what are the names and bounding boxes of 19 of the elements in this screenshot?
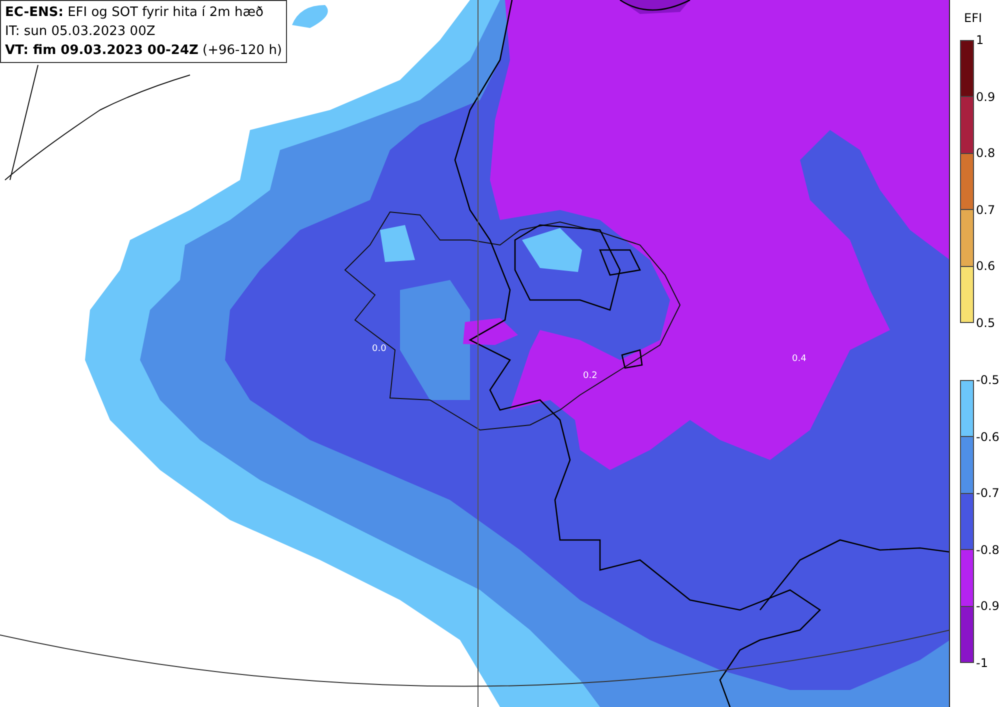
colorbar-tick-label: -1: [976, 656, 989, 670]
colorbar-tick-label: 0.6: [976, 259, 996, 274]
legend-text: EC-ENS: EFI og SOT fyrir hita í 2m hæð: [5, 4, 264, 21]
colorbar-tick-label: -0.6: [976, 430, 1000, 444]
colorbar-tick-label: -0.8: [976, 542, 1000, 557]
contour-label: 0.2: [583, 371, 598, 381]
contour-label: 0.4: [792, 354, 806, 364]
colorbar-tick-label: -0.7: [976, 486, 1000, 500]
colorbar-tick-label: -0.5: [976, 373, 1000, 387]
legend-text: IT: sun 05.03.2023 00Z: [5, 23, 156, 40]
colorbar-tick-label: 0.9: [976, 90, 996, 104]
legend-text: VT: fim 09.03.2023 00-24Z (+96-120 h): [5, 42, 282, 59]
colorbar-title: EFI: [964, 10, 982, 26]
colorbar-tick-label: 0.5: [976, 316, 996, 330]
colorbar-tick-label: 0.7: [976, 202, 996, 217]
colorbar-tick-label: 0.8: [976, 146, 996, 160]
contour-label: 0.0: [372, 344, 386, 354]
colorbar-tick-label: 1: [976, 33, 985, 47]
colorbar-tick-label: -0.9: [976, 599, 1000, 614]
